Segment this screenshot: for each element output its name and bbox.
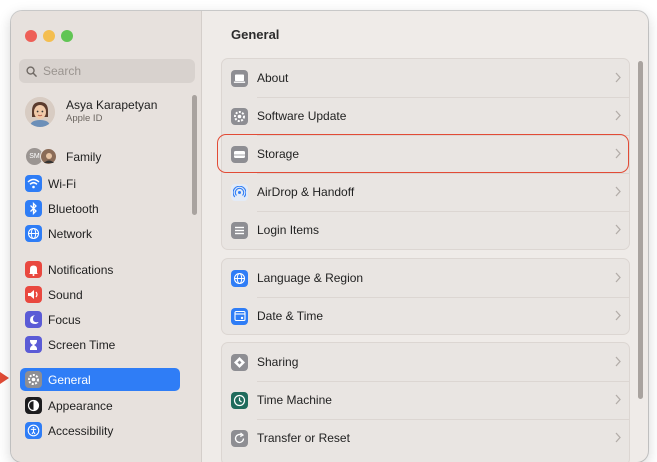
sidebar: Asya Karapetyan Apple ID SM Family Wi-Fi…: [11, 11, 202, 462]
row-label: Software Update: [257, 109, 347, 123]
storage-highlight-outline: [217, 134, 629, 173]
account-subtitle: Apple ID: [66, 113, 103, 124]
row-transfer-reset[interactable]: Transfer or Reset: [222, 419, 629, 457]
sidebar-item-network[interactable]: Network: [20, 222, 180, 245]
chevron-right-icon: [615, 272, 621, 283]
chevron-right-icon: [615, 356, 621, 367]
reset-icon: [231, 429, 248, 447]
sidebar-item-label: Appearance: [48, 398, 113, 413]
chevron-right-icon: [615, 394, 621, 405]
time-machine-icon: [231, 391, 248, 409]
globe-icon: [25, 225, 42, 242]
row-airdrop-handoff[interactable]: AirDrop & Handoff: [222, 173, 629, 211]
search-icon: [26, 65, 37, 77]
family-member-avatar: [40, 148, 57, 165]
family-label: Family: [66, 149, 102, 164]
pointer-arrow-icon: [0, 372, 9, 384]
sidebar-item-label: Screen Time: [48, 337, 116, 352]
close-button[interactable]: [25, 30, 37, 42]
chevron-right-icon: [615, 186, 621, 197]
sidebar-item-label: Notifications: [48, 262, 114, 277]
row-label: Time Machine: [257, 393, 332, 407]
sidebar-item-label: Bluetooth: [48, 201, 99, 216]
avatar: [25, 97, 55, 127]
sidebar-item-appearance[interactable]: Appearance: [20, 394, 180, 417]
row-label: Language & Region: [257, 271, 364, 285]
laptop-icon: [231, 69, 248, 87]
chevron-right-icon: [615, 110, 621, 121]
family-item[interactable]: SM Family: [26, 148, 101, 165]
row-label: AirDrop & Handoff: [257, 185, 355, 199]
sidebar-item-accessibility[interactable]: Accessibility: [20, 419, 180, 442]
row-login-items[interactable]: Login Items: [222, 211, 629, 249]
globe-icon: [231, 269, 248, 287]
settings-window: Asya Karapetyan Apple ID SM Family Wi-Fi…: [11, 11, 648, 462]
content-scrollbar[interactable]: [638, 61, 643, 399]
sidebar-item-label: Focus: [48, 312, 81, 327]
row-label: Login Items: [257, 223, 320, 237]
moon-icon: [25, 311, 42, 328]
sidebar-item-label: Wi-Fi: [48, 176, 76, 191]
chevron-right-icon: [615, 432, 621, 443]
chevron-right-icon: [615, 310, 621, 321]
airdrop-icon: [231, 183, 248, 201]
row-language-region[interactable]: Language & Region: [222, 259, 629, 297]
chevron-right-icon: [615, 72, 621, 83]
sidebar-item-sound[interactable]: Sound: [20, 283, 180, 306]
search-field[interactable]: [19, 59, 195, 83]
list-icon: [231, 221, 248, 239]
settings-group-locale: Language & Region Date & Time: [221, 258, 630, 335]
sidebar-item-notifications[interactable]: Notifications: [20, 258, 180, 281]
row-label: About: [257, 71, 289, 85]
chevron-right-icon: [615, 224, 621, 235]
sidebar-item-screen-time[interactable]: Screen Time: [20, 333, 180, 356]
gear-badge-icon: [231, 107, 248, 125]
sidebar-item-label: General: [48, 372, 91, 387]
row-time-machine[interactable]: Time Machine: [222, 381, 629, 419]
sidebar-item-label: Network: [48, 226, 93, 241]
appearance-icon: [25, 397, 42, 414]
sidebar-item-focus[interactable]: Focus: [20, 308, 180, 331]
row-label: Transfer or Reset: [257, 431, 350, 445]
search-input[interactable]: [43, 64, 183, 78]
row-about[interactable]: About: [222, 59, 629, 97]
row-sharing[interactable]: Sharing: [222, 343, 629, 381]
maximize-button[interactable]: [61, 30, 73, 42]
accessibility-icon: [25, 422, 42, 439]
row-software-update[interactable]: Software Update: [222, 97, 629, 135]
wifi-icon: [25, 175, 42, 192]
sidebar-scrollbar[interactable]: [192, 95, 197, 215]
row-label: Sharing: [257, 355, 299, 369]
sidebar-item-bluetooth[interactable]: Bluetooth: [20, 197, 180, 220]
speaker-icon: [25, 286, 42, 303]
page-title: General: [231, 27, 280, 42]
apple-id-account[interactable]: Asya Karapetyan Apple ID: [25, 97, 157, 127]
sharing-icon: [231, 353, 248, 371]
row-label: Date & Time: [257, 309, 324, 323]
row-date-time[interactable]: Date & Time: [222, 297, 629, 335]
account-name: Asya Karapetyan: [66, 98, 158, 112]
sidebar-item-wifi[interactable]: Wi-Fi: [20, 172, 180, 195]
gear-icon: [25, 371, 42, 388]
settings-group-sharing: Sharing Time Machine Transfer or Reset: [221, 342, 630, 462]
hourglass-icon: [25, 336, 42, 353]
sidebar-item-label: Accessibility: [48, 423, 114, 438]
bluetooth-icon: [25, 200, 42, 217]
minimize-button[interactable]: [43, 30, 55, 42]
sidebar-item-general[interactable]: General: [20, 368, 180, 391]
calendar-icon: [231, 307, 248, 325]
main-content: General About Software Update Storage Ai…: [203, 11, 648, 462]
bell-icon: [25, 261, 42, 278]
window-controls: [25, 30, 73, 42]
sidebar-item-label: Sound: [48, 287, 83, 302]
